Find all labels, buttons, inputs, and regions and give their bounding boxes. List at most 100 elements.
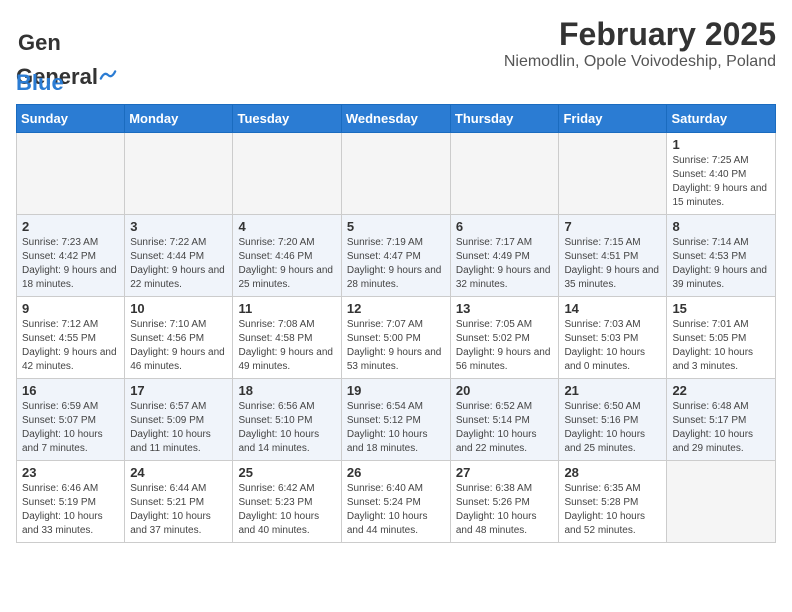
calendar-day-cell: 15 Sunrise: 7:01 AM Sunset: 5:05 PM Dayli… [667,297,776,379]
calendar-day-cell: 2 Sunrise: 7:23 AM Sunset: 4:42 PM Daylig… [17,215,125,297]
day-info: Sunrise: 7:10 AM Sunset: 4:56 PM Dayligh… [130,318,227,374]
weekday-header-wednesday: Wednesday [341,105,450,133]
weekday-header-row: SundayMondayTuesdayWednesdayThursdayFrid… [17,105,776,133]
day-number: 7 [564,219,661,234]
calendar-day-cell [233,133,341,215]
day-number: 15 [672,301,770,316]
day-number: 19 [347,383,445,398]
calendar-day-cell: 14 Sunrise: 7:03 AM Sunset: 5:03 PM Dayli… [559,297,667,379]
calendar-day-cell: 6 Sunrise: 7:17 AM Sunset: 4:49 PM Daylig… [450,215,559,297]
page-header: General General Blue February 2025 Niemo… [16,16,776,96]
weekday-header-monday: Monday [125,105,233,133]
calendar-day-cell: 26Sunrise: 6:40 AM Sunset: 5:24 PM Dayli… [341,461,450,543]
calendar-week-row: 9 Sunrise: 7:12 AM Sunset: 4:55 PM Daylig… [17,297,776,379]
calendar-day-cell: 22Sunrise: 6:48 AM Sunset: 5:17 PM Dayli… [667,379,776,461]
day-info: Sunrise: 7:20 AM Sunset: 4:46 PM Dayligh… [238,236,335,292]
day-number: 10 [130,301,227,316]
page-subtitle: Niemodlin, Opole Voivodeship, Poland [504,53,776,71]
day-info: Sunrise: 6:40 AM Sunset: 5:24 PM Dayligh… [347,482,445,538]
day-number: 24 [130,465,227,480]
logo-wave-icon [99,66,117,84]
day-number: 16 [22,383,119,398]
day-info: Sunrise: 7:03 AM Sunset: 5:03 PM Dayligh… [564,318,661,374]
day-number: 2 [22,219,119,234]
day-info: Sunrise: 6:57 AM Sunset: 5:09 PM Dayligh… [130,400,227,456]
day-number: 28 [564,465,661,480]
calendar-week-row: 23 Sunrise: 6:46 AM Sunset: 5:19 PM Dayli… [17,461,776,543]
weekday-header-tuesday: Tuesday [233,105,341,133]
weekday-header-saturday: Saturday [667,105,776,133]
weekday-header-thursday: Thursday [450,105,559,133]
calendar-day-cell: 10 Sunrise: 7:10 AM Sunset: 4:56 PM Dayli… [125,297,233,379]
day-number: 3 [130,219,227,234]
calendar-day-cell: 3 Sunrise: 7:22 AM Sunset: 4:44 PM Daylig… [125,215,233,297]
calendar-day-cell: 11 Sunrise: 7:08 AM Sunset: 4:58 PM Dayli… [233,297,341,379]
day-info: Sunrise: 6:44 AM Sunset: 5:21 PM Dayligh… [130,482,227,538]
calendar-day-cell: 13 Sunrise: 7:05 AM Sunset: 5:02 PM Dayli… [450,297,559,379]
calendar-day-cell: 27 Sunrise: 6:38 AM Sunset: 5:26 PM Dayli… [450,461,559,543]
day-info: Sunrise: 6:52 AM Sunset: 5:14 PM Dayligh… [456,400,554,456]
calendar-day-cell [667,461,776,543]
calendar-day-cell: 16Sunrise: 6:59 AM Sunset: 5:07 PM Dayli… [17,379,125,461]
calendar-day-cell: 23 Sunrise: 6:46 AM Sunset: 5:19 PM Dayli… [17,461,125,543]
calendar-day-cell: 18Sunrise: 6:56 AM Sunset: 5:10 PM Dayli… [233,379,341,461]
calendar-day-cell: 12 Sunrise: 7:07 AM Sunset: 5:00 PM Dayli… [341,297,450,379]
day-info: Sunrise: 7:15 AM Sunset: 4:51 PM Dayligh… [564,236,661,292]
day-number: 6 [456,219,554,234]
day-info: Sunrise: 7:05 AM Sunset: 5:02 PM Dayligh… [456,318,554,374]
day-number: 8 [672,219,770,234]
day-number: 20 [456,383,554,398]
day-number: 11 [238,301,335,316]
calendar-day-cell: 28 Sunrise: 6:35 AM Sunset: 5:28 PM Dayli… [559,461,667,543]
day-info: Sunrise: 6:54 AM Sunset: 5:12 PM Dayligh… [347,400,445,456]
calendar-day-cell: 4 Sunrise: 7:20 AM Sunset: 4:46 PM Daylig… [233,215,341,297]
day-info: Sunrise: 6:38 AM Sunset: 5:26 PM Dayligh… [456,482,554,538]
page-title: February 2025 [504,16,776,53]
day-number: 21 [564,383,661,398]
weekday-header-friday: Friday [559,105,667,133]
day-info: Sunrise: 7:08 AM Sunset: 4:58 PM Dayligh… [238,318,335,374]
day-info: Sunrise: 6:42 AM Sunset: 5:23 PM Dayligh… [238,482,335,538]
day-number: 9 [22,301,119,316]
calendar-table: SundayMondayTuesdayWednesdayThursdayFrid… [16,104,776,543]
day-info: Sunrise: 6:35 AM Sunset: 5:28 PM Dayligh… [564,482,661,538]
calendar-day-cell: 5 Sunrise: 7:19 AM Sunset: 4:47 PM Daylig… [341,215,450,297]
calendar-day-cell: 8Sunrise: 7:14 AM Sunset: 4:53 PM Daylig… [667,215,776,297]
day-number: 4 [238,219,335,234]
day-info: Sunrise: 6:46 AM Sunset: 5:19 PM Dayligh… [22,482,119,538]
calendar-day-cell [450,133,559,215]
day-info: Sunrise: 7:23 AM Sunset: 4:42 PM Dayligh… [22,236,119,292]
calendar-day-cell: 25 Sunrise: 6:42 AM Sunset: 5:23 PM Dayli… [233,461,341,543]
day-number: 17 [130,383,227,398]
logo-icon: General [16,20,60,64]
day-number: 12 [347,301,445,316]
day-info: Sunrise: 7:17 AM Sunset: 4:49 PM Dayligh… [456,236,554,292]
title-block: February 2025 Niemodlin, Opole Voivodesh… [504,16,776,71]
day-number: 5 [347,219,445,234]
day-number: 23 [22,465,119,480]
day-number: 13 [456,301,554,316]
calendar-week-row: 1 Sunrise: 7:25 AM Sunset: 4:40 PM Daylig… [17,133,776,215]
calendar-day-cell: 20 Sunrise: 6:52 AM Sunset: 5:14 PM Dayli… [450,379,559,461]
day-info: Sunrise: 7:19 AM Sunset: 4:47 PM Dayligh… [347,236,445,292]
svg-text:General: General [18,30,60,55]
calendar-day-cell: 9 Sunrise: 7:12 AM Sunset: 4:55 PM Daylig… [17,297,125,379]
calendar-week-row: 2 Sunrise: 7:23 AM Sunset: 4:42 PM Daylig… [17,215,776,297]
day-info: Sunrise: 7:25 AM Sunset: 4:40 PM Dayligh… [672,154,770,210]
calendar-day-cell: 1 Sunrise: 7:25 AM Sunset: 4:40 PM Daylig… [667,133,776,215]
day-number: 18 [238,383,335,398]
weekday-header-sunday: Sunday [17,105,125,133]
calendar-day-cell: 24 Sunrise: 6:44 AM Sunset: 5:21 PM Dayli… [125,461,233,543]
day-info: Sunrise: 7:12 AM Sunset: 4:55 PM Dayligh… [22,318,119,374]
calendar-day-cell [559,133,667,215]
day-info: Sunrise: 7:22 AM Sunset: 4:44 PM Dayligh… [130,236,227,292]
calendar-day-cell: 21Sunrise: 6:50 AM Sunset: 5:16 PM Dayli… [559,379,667,461]
day-info: Sunrise: 7:07 AM Sunset: 5:00 PM Dayligh… [347,318,445,374]
day-number: 25 [238,465,335,480]
day-info: Sunrise: 7:01 AM Sunset: 5:05 PM Dayligh… [672,318,770,374]
day-number: 14 [564,301,661,316]
day-number: 1 [672,137,770,152]
calendar-day-cell: 17 Sunrise: 6:57 AM Sunset: 5:09 PM Dayli… [125,379,233,461]
calendar-day-cell: 7 Sunrise: 7:15 AM Sunset: 4:51 PM Daylig… [559,215,667,297]
day-number: 27 [456,465,554,480]
